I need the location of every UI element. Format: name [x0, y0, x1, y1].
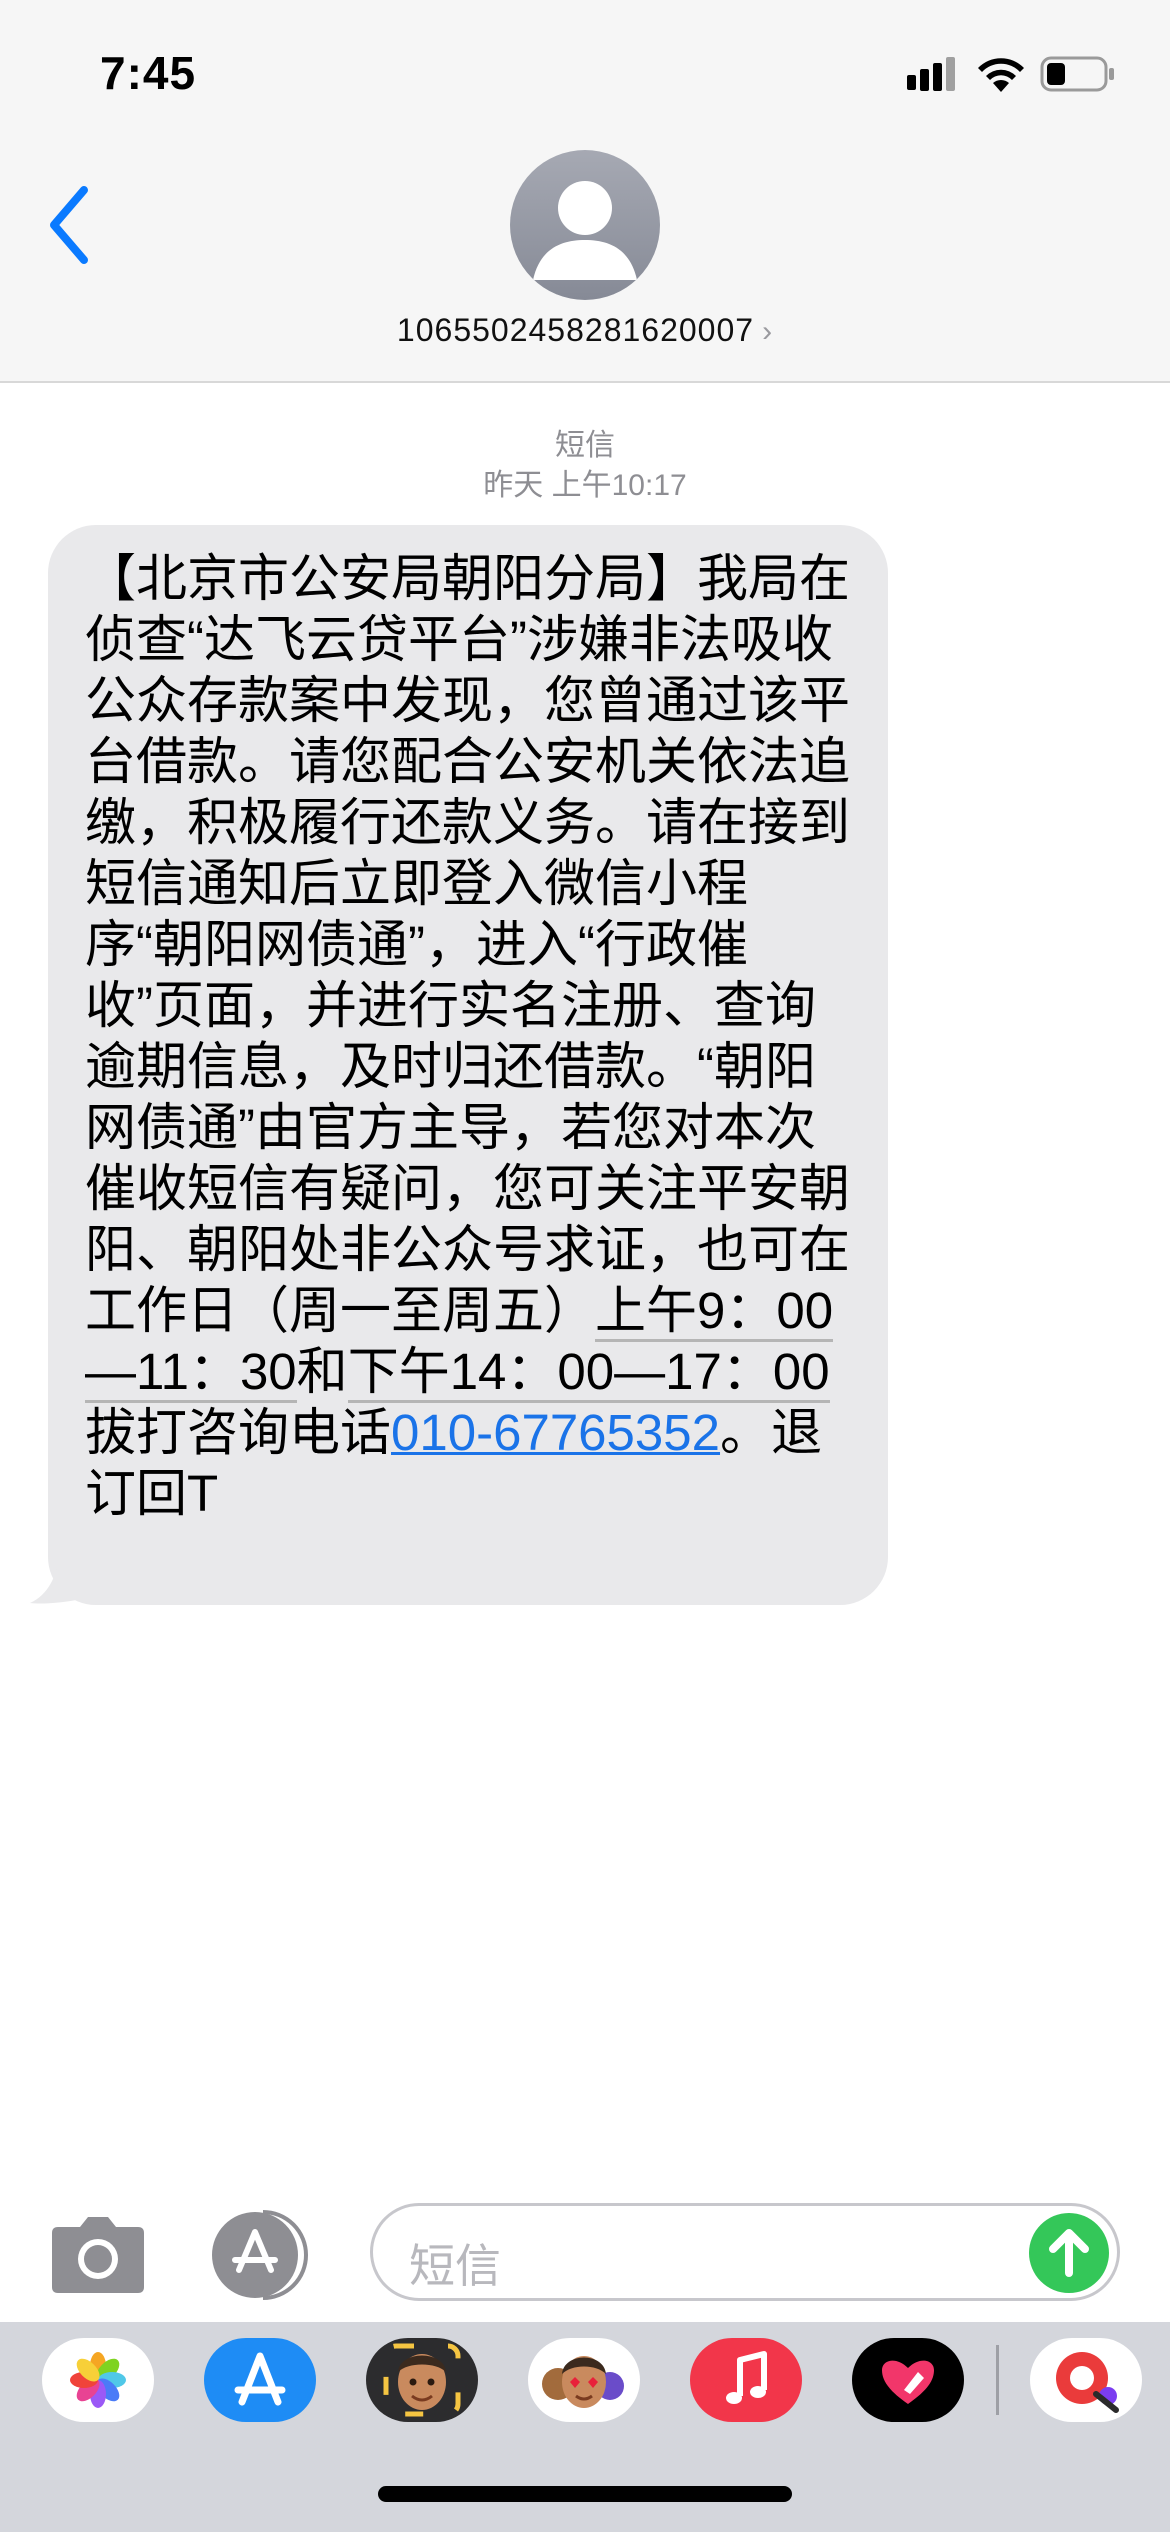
- camera-button[interactable]: [50, 2215, 146, 2295]
- music-icon: [726, 2351, 767, 2404]
- digital-touch-app-button[interactable]: [852, 2338, 964, 2422]
- animoji-app-button[interactable]: [528, 2338, 640, 2422]
- drawer-divider: [996, 2345, 999, 2415]
- digital-touch-icon: [882, 2360, 934, 2404]
- phone-link[interactable]: 010-67765352: [391, 1404, 720, 1461]
- contact-avatar[interactable]: [510, 150, 660, 300]
- app-store-app-button[interactable]: [204, 2338, 316, 2422]
- photos-icon: [70, 2352, 126, 2408]
- message-text-part1: 【北京市公安局朝阳分局】我局在侦查“达飞云贷平台”涉嫌非法吸收公众存款案中发现，…: [85, 550, 851, 1339]
- search-images-app-button[interactable]: [1030, 2338, 1142, 2422]
- signal-icon: [907, 57, 955, 91]
- status-time: 7:45: [100, 47, 197, 99]
- memoji-app-button[interactable]: [366, 2338, 478, 2422]
- wifi-icon: [978, 58, 1024, 92]
- photos-app-button[interactable]: [42, 2338, 154, 2422]
- message-service-label: 短信: [555, 429, 615, 462]
- message-text: 【北京市公安局朝阳分局】我局在侦查“达飞云贷平台”涉嫌非法吸收公众存款案中发现，…: [85, 548, 865, 1524]
- camera-icon: [52, 2217, 144, 2293]
- message-text-part2: 拔打咨询电话: [85, 1404, 392, 1461]
- app-store-icon: [212, 2210, 308, 2300]
- contact-number: 1065502458281620007: [396, 312, 755, 348]
- home-indicator[interactable]: [378, 2486, 792, 2502]
- chevron-right-icon: ›: [762, 315, 774, 348]
- send-icon: [1049, 2229, 1089, 2277]
- message-text-and: 和: [296, 1343, 348, 1400]
- memoji-icon: [383, 2343, 461, 2417]
- bubble-tail: [30, 1555, 98, 1604]
- message-timestamp: 昨天 上午10:17: [483, 469, 687, 502]
- battery-icon: [1040, 56, 1114, 92]
- input-placeholder: 短信: [409, 2240, 501, 2292]
- person-icon: [533, 181, 637, 280]
- animoji-icon: [542, 2356, 624, 2408]
- back-button[interactable]: [40, 180, 100, 270]
- search-images-icon: [1056, 2352, 1119, 2413]
- send-button[interactable]: [1029, 2213, 1109, 2293]
- time-range-link-2[interactable]: 下午14：00—17：00: [347, 1343, 830, 1403]
- apps-button[interactable]: [205, 2210, 315, 2300]
- app-store-icon: [234, 2352, 286, 2406]
- contact-name-button[interactable]: 1065502458281620007 ›: [0, 312, 1170, 349]
- chevron-left-icon: [50, 186, 88, 264]
- conversation-header: 7:45 1065502458281620007 ›: [0, 0, 1170, 383]
- message-input[interactable]: 短信: [370, 2203, 1120, 2301]
- music-app-button[interactable]: [690, 2338, 802, 2422]
